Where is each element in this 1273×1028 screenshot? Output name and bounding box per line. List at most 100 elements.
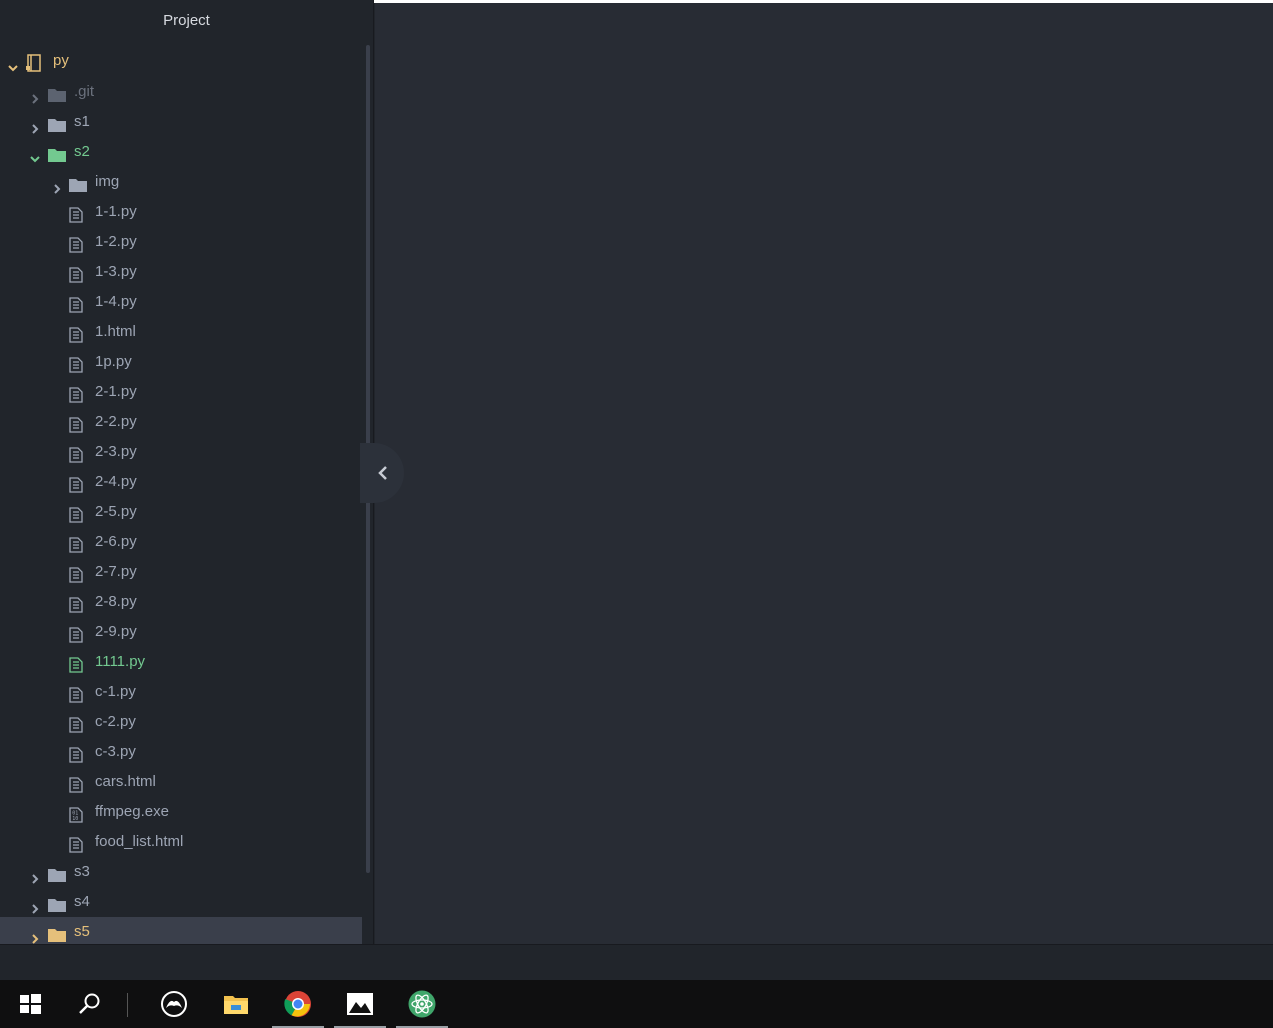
taskbar-separator [127, 993, 128, 1017]
file-text-icon [69, 654, 87, 673]
tree-file[interactable]: 2-3.py [0, 437, 362, 467]
file-text-icon [69, 504, 87, 523]
tree-file[interactable]: 2-9.py [0, 617, 362, 647]
file-tree: py .git s1 s2 img 1-1.py 1-2.py 1-3.py 1-4.py 1.h… [0, 45, 362, 944]
game-controller-icon [161, 991, 187, 1017]
tree-file[interactable]: 1-4.py [0, 287, 362, 317]
file-text-icon [69, 264, 87, 283]
chevron-right-icon[interactable] [51, 176, 63, 194]
tree-file[interactable]: c-3.py [0, 737, 362, 767]
file-text-icon [69, 594, 87, 613]
tree-file[interactable]: 1.html [0, 317, 362, 347]
tree-file[interactable]: 1111.py [0, 647, 362, 677]
folder-icon [48, 894, 66, 912]
tree-file[interactable]: 2-7.py [0, 557, 362, 587]
panel-title: Project [163, 12, 210, 29]
chevron-down-icon[interactable] [29, 146, 41, 163]
tree-item-label: s3 [74, 863, 90, 880]
tree-root-py[interactable]: py [0, 45, 362, 77]
start-button[interactable] [4, 980, 56, 1028]
tree-item-label: 1.html [95, 323, 136, 340]
tree-file[interactable]: c-1.py [0, 677, 362, 707]
tree-item-label: food_list.html [95, 833, 184, 850]
tree-item-label: 2-6.py [95, 533, 137, 550]
tree-folder-s2[interactable]: s2 [0, 137, 362, 167]
tree-file[interactable]: 1-1.py [0, 197, 362, 227]
chevron-right-icon[interactable] [29, 926, 41, 944]
binary-file-icon: 01 10 [69, 804, 87, 823]
tree-item-label: py [53, 52, 69, 69]
chevron-right-icon[interactable] [29, 896, 41, 914]
chevron-right-icon[interactable] [29, 116, 41, 134]
tree-file[interactable]: 1-2.py [0, 227, 362, 257]
search-icon [79, 993, 100, 1014]
tree-folder-s1[interactable]: s1 [0, 107, 362, 137]
folder-icon [48, 924, 66, 942]
windows-start-icon [20, 994, 41, 1014]
tree-folder-s5[interactable]: s5 [0, 917, 362, 944]
taskbar-app-photos[interactable] [334, 980, 386, 1028]
file-text-icon [69, 684, 87, 703]
chevron-down-icon[interactable] [7, 54, 19, 72]
tree-folder-img[interactable]: img [0, 167, 362, 197]
tree-file[interactable]: 2-4.py [0, 467, 362, 497]
status-bar [0, 944, 1273, 980]
chevron-left-icon [378, 466, 387, 480]
tree-item-label: 2-4.py [95, 473, 137, 490]
chevron-right-icon[interactable] [29, 866, 41, 884]
tree-item-label: 2-7.py [95, 563, 137, 580]
tree-item-label: c-2.py [95, 713, 136, 730]
file-text-icon [69, 534, 87, 553]
chrome-icon [284, 991, 311, 1017]
tree-item-label: 2-9.py [95, 623, 137, 640]
tree-file[interactable]: 2-6.py [0, 527, 362, 557]
tree-item-label: s1 [74, 113, 90, 130]
tree-file[interactable]: cars.html [0, 767, 362, 797]
tree-item-label: s4 [74, 893, 90, 910]
tree-item-label: 2-5.py [95, 503, 137, 520]
file-explorer-icon [224, 996, 248, 1014]
file-text-icon [69, 354, 87, 373]
folder-icon [48, 84, 66, 102]
svg-text:10: 10 [72, 816, 78, 822]
file-text-icon [69, 834, 87, 853]
tree-file[interactable]: 01 10 ffmpeg.exe [0, 797, 362, 827]
file-text-icon [69, 474, 87, 493]
project-tree-panel: Project py .git s1 s2 img 1-1.py 1-2.py 1-3.py 1… [0, 0, 374, 944]
tree-file[interactable]: 2-2.py [0, 407, 362, 437]
tree-item-label: 1-2.py [95, 233, 137, 250]
file-text-icon [69, 774, 87, 793]
tree-file[interactable]: c-2.py [0, 707, 362, 737]
tree-file[interactable]: 2-5.py [0, 497, 362, 527]
file-text-icon [69, 624, 87, 643]
tree-item-label: ffmpeg.exe [95, 803, 169, 820]
file-text-icon [69, 294, 87, 313]
tree-folder-s4[interactable]: s4 [0, 887, 362, 917]
tree-file[interactable]: 2-1.py [0, 377, 362, 407]
file-text-icon [69, 714, 87, 733]
tree-folder-git[interactable]: .git [0, 77, 362, 107]
tree-folder-s3[interactable]: s3 [0, 857, 362, 887]
taskbar-app-chrome[interactable] [272, 980, 324, 1028]
tree-item-label: cars.html [95, 773, 156, 790]
taskbar-app-explorer[interactable] [210, 980, 262, 1028]
tree-file[interactable]: 1-3.py [0, 257, 362, 287]
photos-icon [347, 993, 373, 1015]
editor-pane[interactable] [375, 3, 1273, 944]
tree-item-label: .git [74, 83, 95, 100]
tree-file[interactable]: 2-8.py [0, 587, 362, 617]
search-button[interactable] [64, 980, 116, 1028]
tree-item-label: 2-2.py [95, 413, 137, 430]
tree-file[interactable]: food_list.html [0, 827, 362, 857]
tree-file[interactable]: 1p.py [0, 347, 362, 377]
chevron-right-icon[interactable] [29, 86, 41, 104]
tree-item-label: 1111.py [95, 653, 146, 670]
taskbar-app-game[interactable] [148, 980, 200, 1028]
tree-item-label: 2-8.py [95, 593, 137, 610]
repository-icon [25, 52, 43, 72]
taskbar-app-atom[interactable] [396, 980, 448, 1028]
folder-icon [48, 864, 66, 882]
file-text-icon [69, 384, 87, 403]
folder-icon [48, 114, 66, 132]
file-text-icon [69, 744, 87, 763]
